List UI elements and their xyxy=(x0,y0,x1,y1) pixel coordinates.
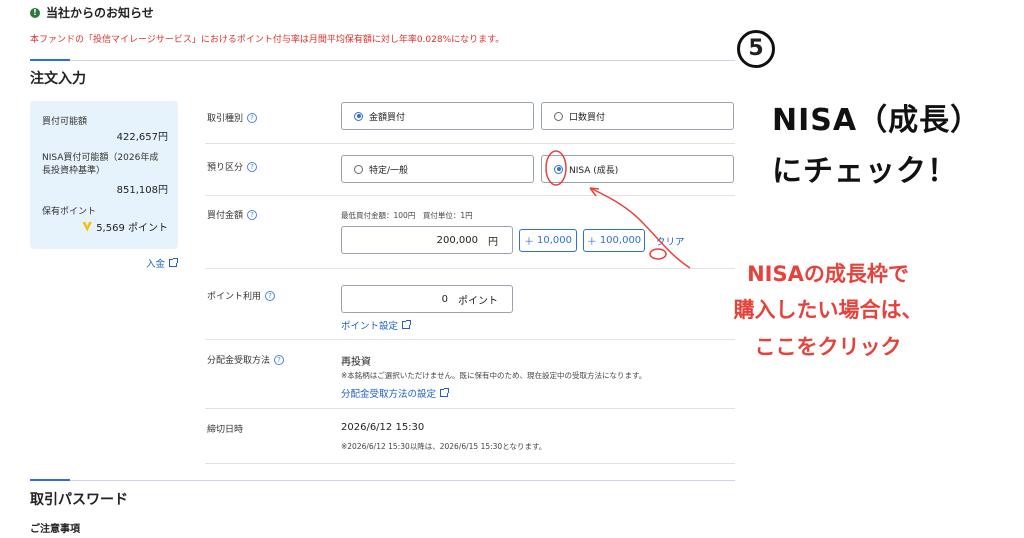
highlight-ellipse xyxy=(545,150,567,186)
arrow-line xyxy=(589,187,691,269)
arrow-loop xyxy=(649,248,667,260)
annotation-overlay xyxy=(545,150,691,269)
